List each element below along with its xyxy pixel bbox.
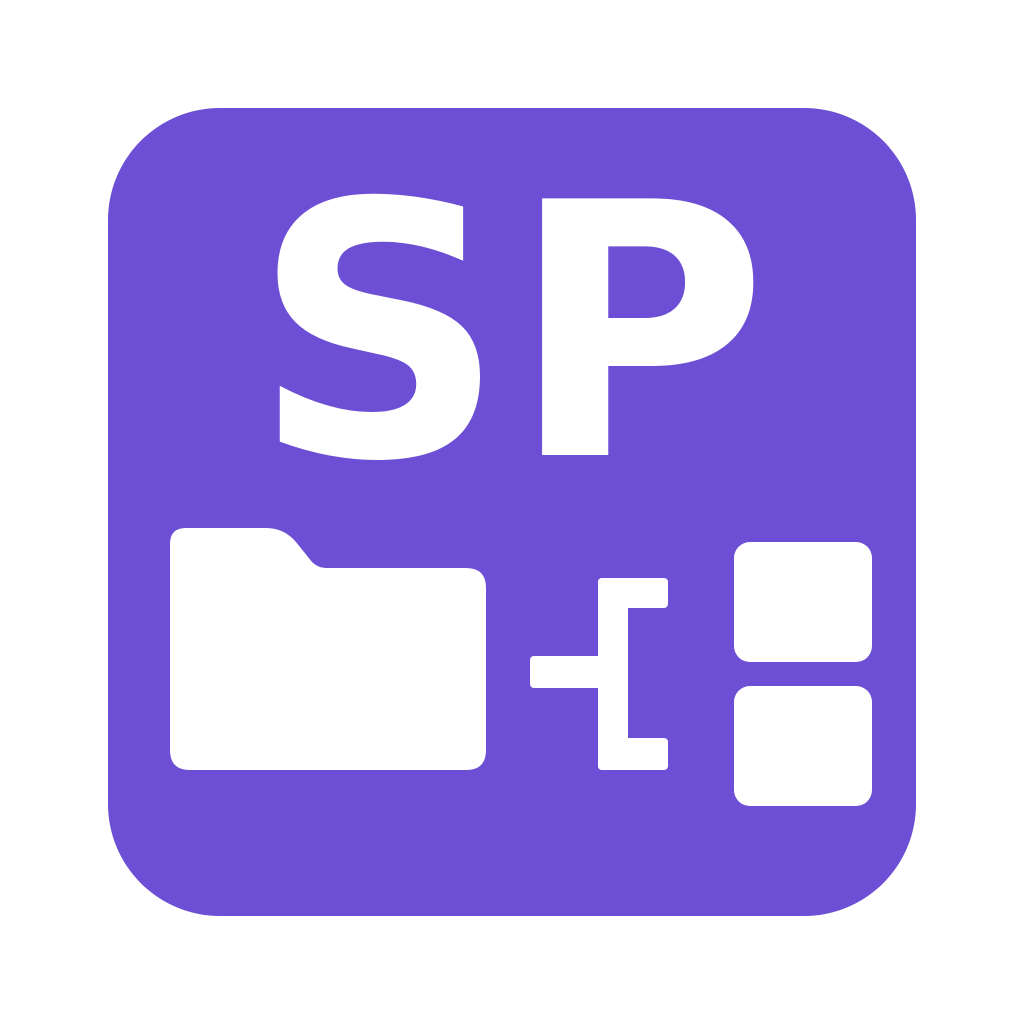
- app-monogram: SP: [252, 129, 772, 539]
- icon-canvas: SP: [0, 0, 1024, 1024]
